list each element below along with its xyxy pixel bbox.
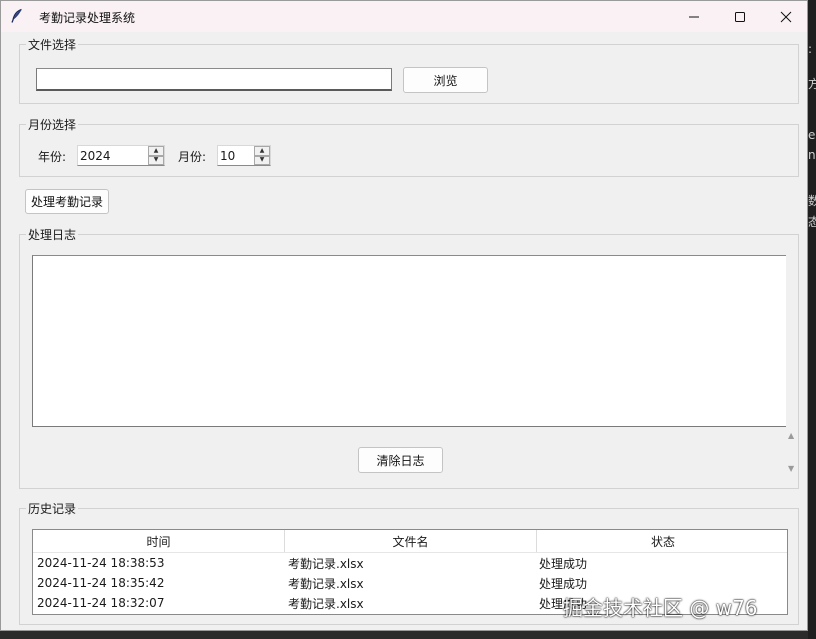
clear-log-button[interactable]: 清除日志: [358, 447, 443, 473]
month-label: 月份:: [178, 150, 207, 164]
table-row[interactable]: 2024-11-24 18:35:42 考勤记录.xlsx 处理成功: [33, 573, 787, 593]
year-label: 年份:: [38, 150, 67, 164]
month-value: 10: [220, 149, 236, 163]
cell-time: 2024-11-24 18:32:07: [37, 596, 165, 610]
year-up-arrow-icon[interactable]: ▲: [148, 146, 164, 156]
close-icon: [780, 11, 792, 22]
table-row[interactable]: 2024-11-24 18:38:53 考勤记录.xlsx 处理成功: [33, 553, 787, 573]
maximize-icon: [735, 11, 745, 22]
file-selection-group: 文件选择 浏览: [19, 36, 799, 104]
year-down-arrow-icon[interactable]: ▼: [148, 155, 164, 165]
cell-filename: 考勤记录.xlsx: [288, 596, 364, 611]
close-button[interactable]: [763, 1, 807, 32]
minimize-button[interactable]: [671, 1, 717, 32]
month-down-arrow-icon[interactable]: ▼: [254, 155, 270, 165]
month-spinbox[interactable]: 10 ▲ ▼: [217, 145, 271, 166]
month-up-arrow-icon[interactable]: ▲: [254, 146, 270, 156]
month-selection-group: 月份选择 年份: 2024 ▲ ▼ 月份: 10 ▲ ▼: [19, 116, 799, 177]
log-group: 处理日志 ▲ ▼ 清除日志: [19, 226, 800, 489]
file-path-input[interactable]: [36, 68, 392, 91]
log-legend: 处理日志: [26, 226, 79, 243]
cell-filename: 考勤记录.xlsx: [288, 576, 364, 591]
scroll-up-icon[interactable]: ▲: [788, 431, 794, 440]
background-editor-strip: : 方 e n 数 态: [808, 0, 816, 639]
month-selection-legend: 月份选择: [26, 116, 79, 133]
browse-button[interactable]: 浏览: [403, 67, 488, 93]
cell-time: 2024-11-24 18:38:53: [37, 556, 165, 570]
app-window: 考勤记录处理系统 文件选择 浏览 月份选择 年份: 2024 ▲ ▼ 月份: 1…: [0, 0, 808, 631]
column-header-filename[interactable]: 文件名: [285, 530, 537, 552]
file-selection-legend: 文件选择: [26, 36, 79, 53]
history-legend: 历史记录: [26, 500, 79, 517]
log-textarea[interactable]: [32, 255, 786, 427]
table-header: 时间 文件名 状态: [33, 530, 787, 553]
minimize-icon: [689, 16, 699, 17]
scroll-down-icon[interactable]: ▼: [788, 464, 794, 473]
year-spinbox[interactable]: 2024 ▲ ▼: [77, 145, 165, 166]
feather-icon: [11, 8, 22, 23]
maximize-button[interactable]: [717, 1, 763, 32]
window-title: 考勤记录处理系统: [39, 11, 136, 25]
cell-status: 处理成功: [539, 556, 588, 571]
column-header-status[interactable]: 状态: [537, 530, 787, 552]
cell-filename: 考勤记录.xlsx: [288, 556, 364, 571]
watermark: 掘金技术社区 @ w76: [563, 596, 758, 620]
cell-status: 处理成功: [539, 576, 588, 591]
log-scrollbar[interactable]: ▲ ▼: [786, 255, 800, 477]
year-value: 2024: [80, 149, 111, 163]
title-bar[interactable]: 考勤记录处理系统: [1, 1, 807, 32]
column-header-time[interactable]: 时间: [33, 530, 285, 552]
cell-time: 2024-11-24 18:35:42: [37, 576, 165, 590]
process-records-button[interactable]: 处理考勤记录: [25, 189, 109, 214]
